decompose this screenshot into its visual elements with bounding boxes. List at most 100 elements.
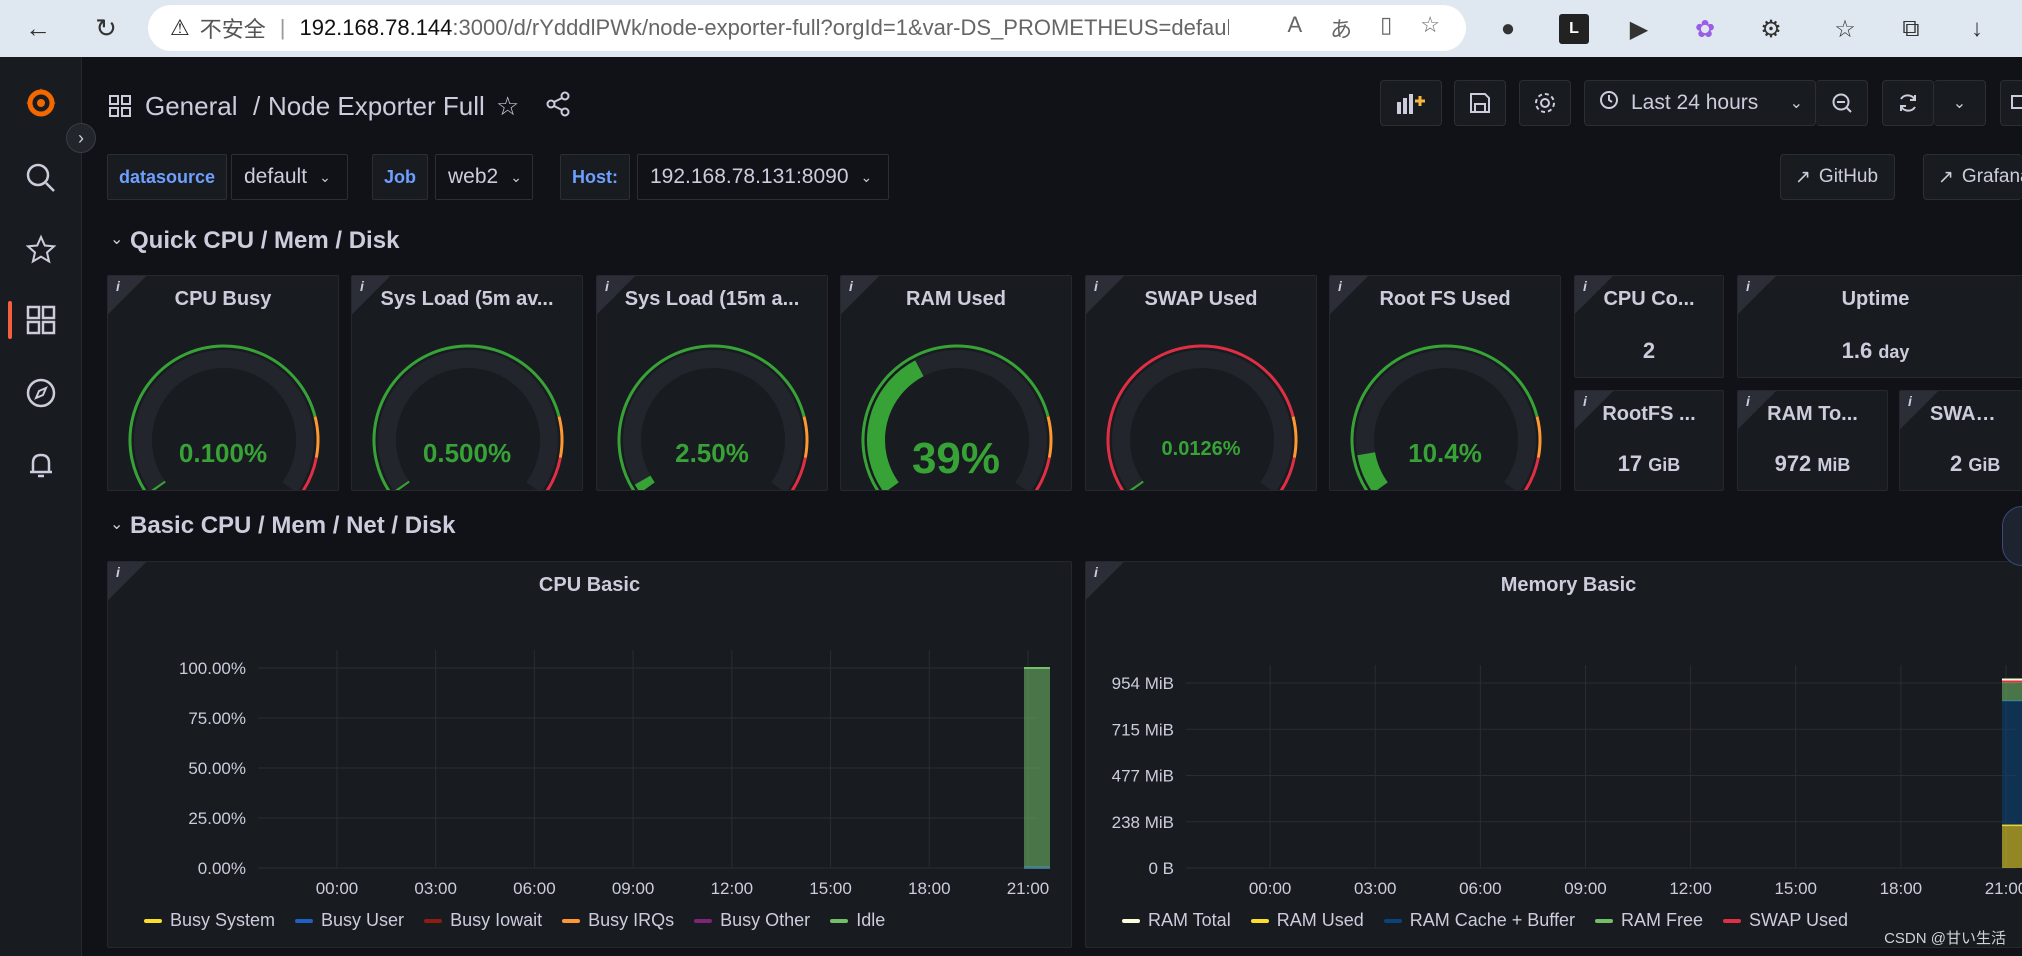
gauge-value: 0.0126%: [1161, 438, 1241, 460]
stat-panel-cpu-cores[interactable]: i CPU Co... 2: [1574, 275, 1724, 378]
x-tick-label: 00:00: [316, 879, 359, 898]
gauge-panel[interactable]: i Sys Load (15m a... 2.50%: [596, 275, 828, 491]
y-tick-label: 715 MiB: [1112, 720, 1174, 739]
stat-unit: MiB: [1817, 455, 1851, 475]
row-title-basic[interactable]: Basic CPU / Mem / Net / Disk: [130, 512, 455, 540]
y-tick-label: 100.00%: [179, 659, 246, 678]
legend-item[interactable]: RAM Used: [1250, 910, 1364, 931]
series-area: [2002, 681, 2022, 702]
time-picker-button[interactable]: Last 24 hours ⌄: [1584, 80, 1816, 126]
legend-item[interactable]: SWAP Used: [1723, 910, 1848, 931]
extension-brain-icon[interactable]: ✿: [1690, 14, 1720, 44]
external-link-icon: ↗: [1938, 166, 1954, 188]
gauge-panel[interactable]: i RAM Used 39%: [840, 275, 1072, 491]
add-favorite-icon[interactable]: ☆: [1420, 12, 1440, 44]
gauge-value: 0.100%: [178, 438, 268, 468]
y-tick-label: 238 MiB: [1112, 813, 1174, 832]
alerting-bell-icon[interactable]: [21, 445, 61, 485]
x-tick-label: 21:00: [1007, 879, 1050, 898]
url-host: 192.168.78.144: [299, 15, 453, 40]
gauge-value: 10.4%: [1408, 438, 1482, 468]
search-icon[interactable]: [21, 158, 61, 198]
clock-icon: [1599, 90, 1619, 116]
expand-sidebar-chevron-icon[interactable]: ›: [66, 123, 96, 153]
breadcrumb-folder[interactable]: General: [145, 91, 238, 122]
legend-item[interactable]: Busy System: [144, 910, 275, 931]
stat-panel-swap-total[interactable]: i SWAP T... 2 GiB: [1899, 390, 2022, 491]
row-title-quick[interactable]: Quick CPU / Mem / Disk: [130, 227, 399, 255]
variable-datasource: datasource: [107, 154, 228, 200]
stat-value: 2: [1642, 338, 1656, 363]
dashboard-title[interactable]: Node Exporter Full: [268, 91, 485, 122]
gauge-panel[interactable]: i CPU Busy 0.100%: [107, 275, 339, 491]
floating-helper-button[interactable]: [2002, 506, 2022, 566]
stat-panel-ram-total[interactable]: i RAM To... 972 MiB: [1737, 390, 1888, 491]
url-text[interactable]: 192.168.78.144:3000/d/rYdddlPWk/node-exp…: [299, 15, 1229, 41]
gauge-panel[interactable]: i Sys Load (5m av... 0.500%: [351, 275, 583, 491]
add-panel-button[interactable]: [1380, 80, 1442, 126]
x-tick-label: 09:00: [612, 879, 655, 898]
dashboards-icon[interactable]: [21, 300, 61, 340]
panel-cpu-basic[interactable]: i CPU Basic 100.00% 75.00% 50.00% 25.00% 0.0…: [107, 561, 1072, 948]
favorites-icon[interactable]: ☆: [1830, 14, 1860, 44]
legend-item[interactable]: Busy Iowait: [424, 910, 542, 931]
datasource-select[interactable]: default ⌄: [231, 154, 348, 200]
x-tick-label: 03:00: [1354, 879, 1397, 898]
row-collapse-chevron-icon[interactable]: ⌄: [110, 514, 123, 534]
gauge-panel[interactable]: i SWAP Used 0.0126%: [1085, 275, 1317, 491]
downloads-icon[interactable]: ↓: [1962, 14, 1992, 44]
stat-panel-uptime[interactable]: i Uptime 1.6 day: [1737, 275, 2022, 378]
address-bar[interactable]: ⚠ 不安全 | 192.168.78.144:3000/d/rYdddlPWk/…: [148, 5, 1466, 51]
legend-item[interactable]: RAM Total: [1122, 910, 1231, 931]
memory-basic-chart[interactable]: 954 MiB 715 MiB 477 MiB 238 MiB 0 B 00:00 03:0…: [1086, 562, 2022, 948]
panel-title: RAM To...: [1767, 403, 1858, 425]
y-tick-label: 25.00%: [188, 809, 246, 828]
legend-label: Busy IRQs: [588, 910, 675, 930]
legend-item[interactable]: Busy Other: [694, 910, 810, 931]
cpu-basic-chart[interactable]: 100.00% 75.00% 50.00% 25.00% 0.00% 00:00 03:00…: [108, 562, 1072, 948]
row-collapse-chevron-icon[interactable]: ⌄: [110, 229, 123, 249]
share-icon[interactable]: [546, 91, 570, 124]
collections-icon[interactable]: ⧉: [1896, 14, 1926, 44]
star-icon[interactable]: ☆: [496, 91, 519, 122]
legend-swatch: [830, 918, 849, 923]
dashboard-settings-button[interactable]: [1519, 80, 1571, 126]
tv-mode-button[interactable]: [2000, 80, 2022, 126]
legend-label: Idle: [856, 910, 886, 930]
browser-toolbar: ← ↻ ⚠ 不安全 | 192.168.78.144:3000/d/rYdddl…: [0, 0, 2022, 57]
x-tick-label: 12:00: [1669, 879, 1712, 898]
legend-item[interactable]: RAM Free: [1594, 910, 1703, 931]
extensions-icon[interactable]: ⚙: [1756, 14, 1786, 44]
translate-icon[interactable]: あ: [1330, 12, 1352, 44]
x-tick-label: 18:00: [908, 879, 951, 898]
legend-item[interactable]: Busy User: [295, 910, 404, 931]
stat-panel-rootfs-total[interactable]: i RootFS ... 17 GiB: [1574, 390, 1724, 491]
github-link-label: GitHub: [1818, 166, 1879, 187]
zoom-out-button[interactable]: [1816, 80, 1868, 126]
host-select[interactable]: 192.168.78.131:8090 ⌄: [637, 154, 889, 200]
explore-compass-icon[interactable]: [21, 373, 61, 413]
job-select[interactable]: web2 ⌄: [435, 154, 533, 200]
refresh-interval-dropdown[interactable]: ⌄: [1934, 80, 1986, 126]
extension-play-icon[interactable]: ▶: [1624, 14, 1654, 44]
legend-item[interactable]: Idle: [830, 910, 885, 931]
panel-title: CPU Co...: [1603, 288, 1695, 310]
split-screen-icon[interactable]: ▯: [1380, 12, 1392, 44]
gauge-panel[interactable]: i Root FS Used 10.4%: [1329, 275, 1561, 491]
read-aloud-icon[interactable]: A: [1287, 12, 1302, 44]
save-dashboard-button[interactable]: [1454, 80, 1506, 126]
legend-item[interactable]: RAM Cache + Buffer: [1383, 910, 1575, 931]
refresh-icon[interactable]: ↻: [88, 10, 124, 46]
back-icon[interactable]: ←: [20, 10, 56, 46]
extension-l-icon[interactable]: L: [1559, 14, 1589, 44]
panel-memory-basic[interactable]: i Memory Basic 954 MiB 715 MiB 477 MiB 238 …: [1085, 561, 2022, 948]
grafana-logo-icon[interactable]: [21, 83, 61, 123]
grafana-link-button[interactable]: ↗ Grafana: [1923, 154, 2022, 200]
refresh-dashboard-button[interactable]: [1882, 80, 1934, 126]
starred-icon[interactable]: [21, 230, 61, 270]
external-link-icon: ↗: [1795, 166, 1811, 188]
warning-icon: ⚠: [170, 15, 190, 40]
github-link-button[interactable]: ↗ GitHub: [1780, 154, 1895, 200]
legend-item[interactable]: Busy IRQs: [562, 910, 674, 931]
extension-mask-icon[interactable]: ●: [1493, 14, 1523, 44]
